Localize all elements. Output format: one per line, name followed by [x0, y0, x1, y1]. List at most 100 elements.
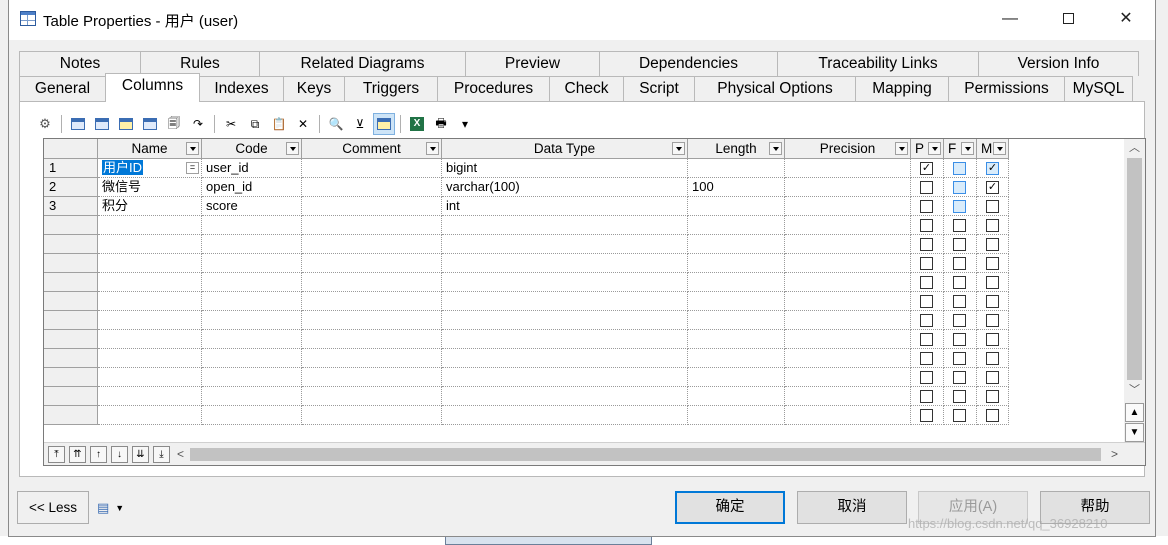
checkbox-f[interactable]	[953, 200, 966, 213]
cell-data-type[interactable]: varchar(100)	[442, 178, 688, 197]
cell-name[interactable]	[98, 292, 202, 311]
cell-precision[interactable]	[785, 159, 911, 178]
column-header-precision[interactable]: Precision	[785, 139, 911, 159]
checkbox-f[interactable]	[953, 276, 966, 289]
cell-code[interactable]	[202, 330, 302, 349]
cell-comment[interactable]	[302, 349, 442, 368]
filter-dropdown-icon[interactable]	[895, 142, 908, 155]
checkbox-m[interactable]	[986, 314, 999, 327]
checkbox-m[interactable]	[986, 219, 999, 232]
cell-name[interactable]: 用户ID =	[98, 159, 202, 178]
cell-m[interactable]	[977, 197, 1009, 216]
cell-code[interactable]	[202, 311, 302, 330]
less-button[interactable]: << Less	[17, 491, 89, 524]
cell-m[interactable]: ✓	[977, 159, 1009, 178]
cell-code[interactable]	[202, 273, 302, 292]
cell-length[interactable]	[688, 311, 785, 330]
table-row[interactable]	[44, 273, 1124, 292]
cell-m[interactable]	[977, 330, 1009, 349]
cell-code[interactable]	[202, 254, 302, 273]
move-top-icon[interactable]: ⤒	[48, 446, 65, 463]
tab-mapping[interactable]: Mapping	[855, 76, 949, 101]
print-options-dropdown[interactable]: ▤ ▼	[97, 499, 133, 517]
cell-data-type[interactable]	[442, 368, 688, 387]
table-row[interactable]: 1 用户ID = user_id bigint ✓ ✓	[44, 159, 1124, 178]
cell-data-type[interactable]	[442, 406, 688, 425]
selected-name-text[interactable]: 用户ID	[102, 160, 144, 175]
column-header-code[interactable]: Code	[202, 139, 302, 159]
cell-length[interactable]: 100	[688, 178, 785, 197]
cell-m[interactable]: ✓	[977, 178, 1009, 197]
checkbox-m[interactable]	[986, 238, 999, 251]
checkbox-p[interactable]	[920, 371, 933, 384]
checkbox-m[interactable]	[986, 390, 999, 403]
table-row[interactable]	[44, 387, 1124, 406]
row-number[interactable]: 2	[44, 178, 98, 197]
cell-precision[interactable]	[785, 311, 911, 330]
cell-m[interactable]	[977, 406, 1009, 425]
table-row[interactable]	[44, 330, 1124, 349]
checkbox-p[interactable]	[920, 200, 933, 213]
checkbox-m[interactable]	[986, 352, 999, 365]
cell-p[interactable]	[911, 349, 944, 368]
cell-name[interactable]	[98, 349, 202, 368]
cell-p[interactable]	[911, 273, 944, 292]
cell-f[interactable]	[944, 159, 977, 178]
tab-preview[interactable]: Preview	[465, 51, 600, 76]
move-page-down-icon[interactable]: ⇊	[132, 446, 149, 463]
cell-name[interactable]	[98, 235, 202, 254]
cell-length[interactable]	[688, 387, 785, 406]
tab-script[interactable]: Script	[623, 76, 695, 101]
row-number[interactable]	[44, 368, 98, 387]
move-down-icon[interactable]: ↓	[111, 446, 128, 463]
move-page-up-icon[interactable]: ⇈	[69, 446, 86, 463]
cell-length[interactable]	[688, 216, 785, 235]
tab-traceability-links[interactable]: Traceability Links	[777, 51, 979, 76]
cell-f[interactable]	[944, 330, 977, 349]
cell-precision[interactable]	[785, 216, 911, 235]
cancel-button[interactable]: 取消	[797, 491, 907, 524]
checkbox-p[interactable]	[920, 181, 933, 194]
cell-m[interactable]	[977, 311, 1009, 330]
customize-columns-button[interactable]	[373, 113, 395, 135]
cell-length[interactable]	[688, 159, 785, 178]
cell-precision[interactable]	[785, 406, 911, 425]
cell-m[interactable]	[977, 368, 1009, 387]
dropdown-button[interactable]: ▾	[454, 113, 476, 135]
insert-row-button[interactable]	[67, 113, 89, 135]
cell-f[interactable]	[944, 311, 977, 330]
cell-comment[interactable]	[302, 235, 442, 254]
horizontal-scrollbar[interactable]: < >	[172, 446, 1123, 463]
row-number[interactable]: 1	[44, 159, 98, 178]
cell-data-type[interactable]	[442, 330, 688, 349]
scroll-right-icon[interactable]: >	[1106, 446, 1123, 463]
cell-f[interactable]	[944, 197, 977, 216]
cell-code[interactable]	[202, 349, 302, 368]
cell-length[interactable]	[688, 254, 785, 273]
checkbox-f[interactable]	[953, 371, 966, 384]
checkbox-f[interactable]	[953, 238, 966, 251]
cell-length[interactable]	[688, 235, 785, 254]
cell-p[interactable]	[911, 406, 944, 425]
scroll-left-icon[interactable]: <	[172, 446, 189, 463]
scroll-page-up-icon[interactable]: ▲	[1125, 403, 1144, 422]
cell-data-type[interactable]	[442, 292, 688, 311]
cell-p[interactable]: ✓	[911, 159, 944, 178]
cell-p[interactable]	[911, 197, 944, 216]
column-header-length[interactable]: Length	[688, 139, 785, 159]
column-header-name[interactable]: Name	[98, 139, 202, 159]
cell-precision[interactable]	[785, 330, 911, 349]
tab-mysql[interactable]: MySQL	[1064, 76, 1133, 101]
checkbox-p[interactable]	[920, 409, 933, 422]
cell-m[interactable]	[977, 292, 1009, 311]
cell-comment[interactable]	[302, 311, 442, 330]
table-row[interactable]	[44, 349, 1124, 368]
move-bottom-icon[interactable]: ⤓	[153, 446, 170, 463]
cell-code[interactable]: open_id	[202, 178, 302, 197]
cell-f[interactable]	[944, 216, 977, 235]
cell-length[interactable]	[688, 368, 785, 387]
export-excel-button[interactable]: X	[406, 113, 428, 135]
checkbox-p[interactable]	[920, 219, 933, 232]
vertical-scrollbar[interactable]: ︿ ﹀ ▲ ▼	[1124, 139, 1145, 442]
cell-length[interactable]	[688, 330, 785, 349]
